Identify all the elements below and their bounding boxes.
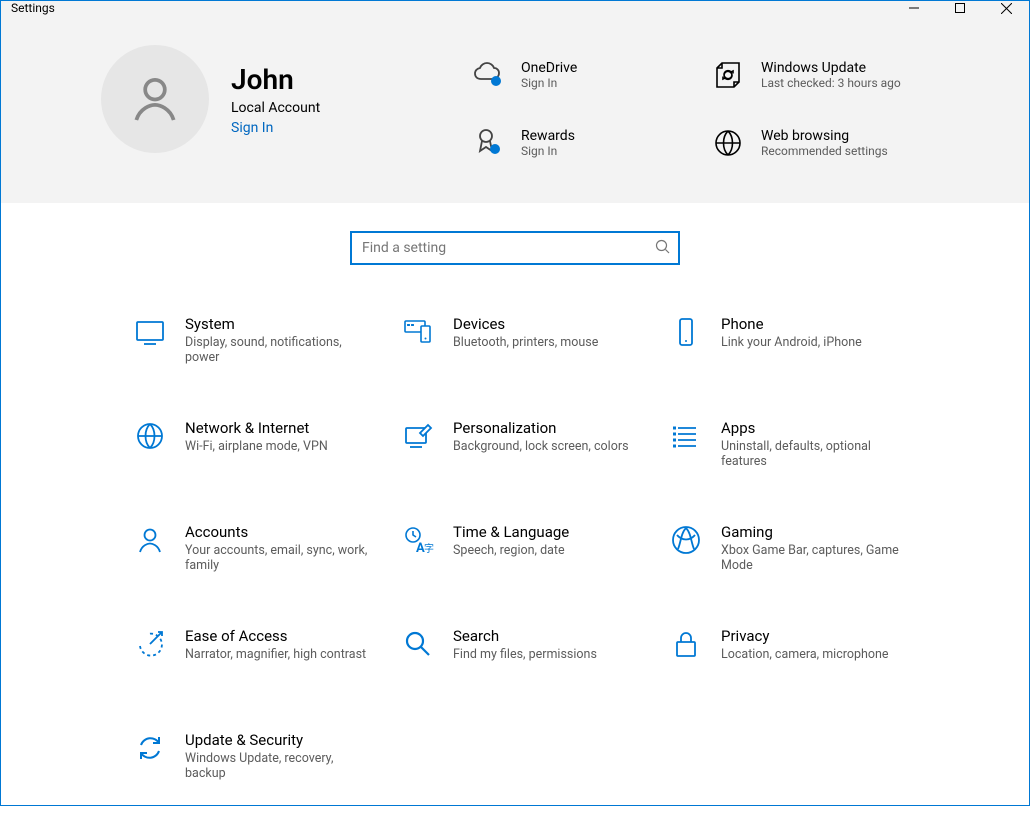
rewards-icon	[469, 124, 507, 162]
close-button[interactable]	[983, 1, 1029, 15]
cat-title: Devices	[453, 315, 598, 333]
cat-title: Privacy	[721, 627, 889, 645]
search-category-icon	[401, 627, 435, 661]
tile-sub: Last checked: 3 hours ago	[761, 76, 901, 90]
tile-rewards[interactable]: Rewards Sign In	[469, 113, 689, 173]
svg-text:字: 字	[424, 542, 434, 555]
category-apps[interactable]: Apps Uninstall, defaults, optional featu…	[669, 419, 937, 497]
cat-sub: Windows Update, recovery, backup	[185, 751, 375, 781]
cat-title: Personalization	[453, 419, 629, 437]
cat-sub: Your accounts, email, sync, work, family	[185, 543, 375, 573]
cloud-icon	[469, 56, 507, 94]
cat-sub: Location, camera, microphone	[721, 647, 889, 662]
category-ease-of-access[interactable]: Ease of Access Narrator, magnifier, high…	[133, 627, 401, 705]
time-language-icon: A 字	[401, 523, 435, 557]
ease-icon	[133, 627, 167, 661]
cat-sub: Wi-Fi, airplane mode, VPN	[185, 439, 328, 454]
tile-title: Web browsing	[761, 128, 888, 144]
search-box[interactable]	[350, 231, 680, 265]
user-info: John Local Account Sign In	[231, 63, 320, 136]
cat-title: Gaming	[721, 523, 911, 541]
search-wrap	[1, 203, 1029, 275]
category-update-security[interactable]: Update & Security Windows Update, recove…	[133, 731, 401, 809]
privacy-icon	[669, 627, 703, 661]
category-personalization[interactable]: Personalization Background, lock screen,…	[401, 419, 669, 497]
category-network[interactable]: Network & Internet Wi-Fi, airplane mode,…	[133, 419, 401, 497]
maximize-button[interactable]	[937, 1, 983, 15]
cat-sub: Display, sound, notifications, power	[185, 335, 375, 365]
signin-link[interactable]: Sign In	[231, 120, 320, 136]
tile-windows-update[interactable]: Windows Update Last checked: 3 hours ago	[709, 45, 929, 105]
tile-sub: Sign In	[521, 76, 577, 90]
category-phone[interactable]: Phone Link your Android, iPhone	[669, 315, 937, 393]
cat-title: Apps	[721, 419, 911, 437]
cat-sub: Xbox Game Bar, captures, Game Mode	[721, 543, 911, 573]
apps-icon	[669, 419, 703, 453]
titlebar: Settings	[1, 1, 1029, 15]
category-time-language[interactable]: A 字 Time & Language Speech, region, date	[401, 523, 669, 601]
categories-grid: System Display, sound, notifications, po…	[1, 275, 1029, 829]
window-title: Settings	[11, 1, 55, 15]
phone-icon	[669, 315, 703, 349]
cat-title: Update & Security	[185, 731, 375, 749]
cat-title: Accounts	[185, 523, 375, 541]
category-search[interactable]: Search Find my files, permissions	[401, 627, 669, 705]
minimize-button[interactable]	[891, 1, 937, 15]
cat-sub: Background, lock screen, colors	[453, 439, 629, 454]
cat-title: Time & Language	[453, 523, 569, 541]
system-icon	[133, 315, 167, 349]
category-privacy[interactable]: Privacy Location, camera, microphone	[669, 627, 937, 705]
user-name: John	[231, 63, 320, 96]
header-tiles: OneDrive Sign In Windows Update Last ch	[469, 45, 929, 173]
tile-onedrive[interactable]: OneDrive Sign In	[469, 45, 689, 105]
cat-sub: Speech, region, date	[453, 543, 569, 558]
tile-title: OneDrive	[521, 60, 577, 76]
cat-title: Phone	[721, 315, 862, 333]
settings-window: Settings John Local Account	[0, 0, 1030, 806]
cat-sub: Link your Android, iPhone	[721, 335, 862, 350]
cat-title: Network & Internet	[185, 419, 328, 437]
cat-sub: Bluetooth, printers, mouse	[453, 335, 598, 350]
search-input[interactable]	[360, 239, 655, 257]
cat-title: System	[185, 315, 375, 333]
tile-sub: Recommended settings	[761, 144, 888, 158]
category-accounts[interactable]: Accounts Your accounts, email, sync, wor…	[133, 523, 401, 601]
user-block: John Local Account Sign In	[101, 45, 320, 153]
update-security-icon	[133, 731, 167, 765]
update-icon	[709, 56, 747, 94]
cat-sub: Uninstall, defaults, optional features	[721, 439, 911, 469]
header: John Local Account Sign In OneDrive Sign…	[1, 15, 1029, 203]
gaming-icon	[669, 523, 703, 557]
cat-title: Search	[453, 627, 597, 645]
avatar	[101, 45, 209, 153]
tile-sub: Sign In	[521, 144, 575, 158]
tile-title: Rewards	[521, 128, 575, 144]
cat-title: Ease of Access	[185, 627, 366, 645]
category-devices[interactable]: Devices Bluetooth, printers, mouse	[401, 315, 669, 393]
devices-icon	[401, 315, 435, 349]
network-icon	[133, 419, 167, 453]
globe-icon	[709, 124, 747, 162]
accounts-icon	[133, 523, 167, 557]
cat-sub: Find my files, permissions	[453, 647, 597, 662]
search-icon	[655, 239, 670, 258]
caption-buttons	[891, 1, 1029, 15]
tile-web-browsing[interactable]: Web browsing Recommended settings	[709, 113, 929, 173]
tile-title: Windows Update	[761, 60, 901, 76]
category-gaming[interactable]: Gaming Xbox Game Bar, captures, Game Mod…	[669, 523, 937, 601]
personalization-icon	[401, 419, 435, 453]
category-system[interactable]: System Display, sound, notifications, po…	[133, 315, 401, 393]
account-type: Local Account	[231, 100, 320, 116]
cat-sub: Narrator, magnifier, high contrast	[185, 647, 366, 662]
